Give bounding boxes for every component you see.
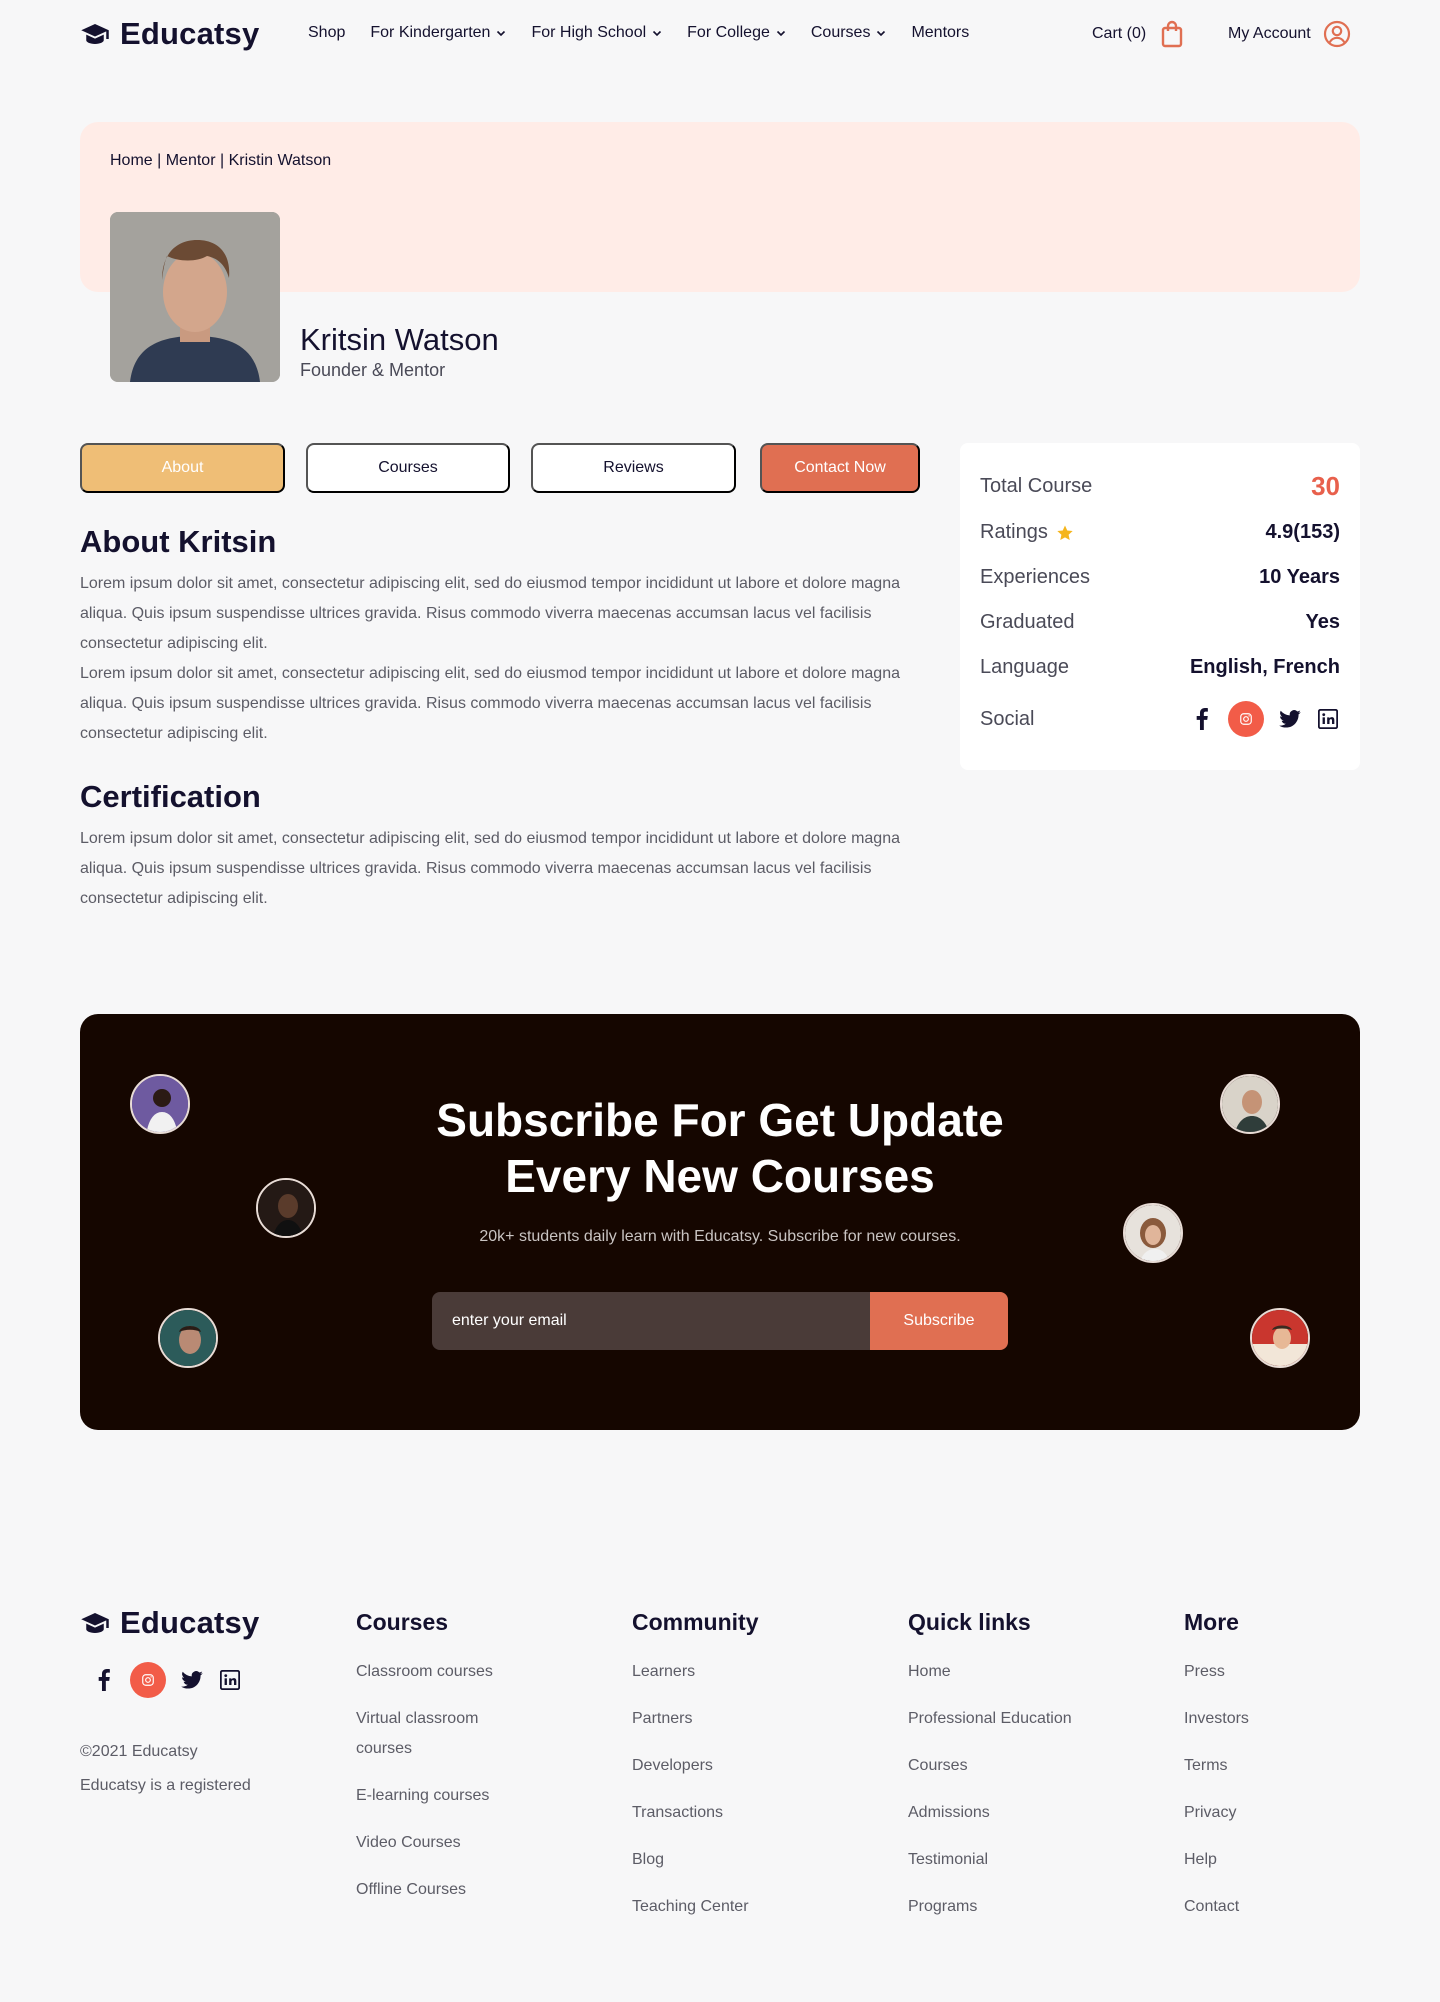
footer-link[interactable]: Programs <box>908 1892 977 1922</box>
instagram-icon[interactable] <box>130 1662 166 1698</box>
account-link[interactable]: My Account <box>1228 20 1351 48</box>
footer-link[interactable]: Home <box>908 1657 951 1687</box>
shopping-bag-icon <box>1162 20 1183 48</box>
mentor-name: Kritsin Watson <box>300 322 499 357</box>
nav-courses[interactable]: Courses <box>811 24 887 42</box>
certification-title: Certification <box>80 779 261 814</box>
twitter-icon[interactable] <box>1278 707 1302 731</box>
stat-total-course: Total Course 30 <box>980 471 1340 501</box>
footer-link[interactable]: Classroom courses <box>356 1657 493 1687</box>
nav-for-high-school[interactable]: For High School <box>531 24 662 42</box>
footer-column-title: More <box>1184 1609 1239 1635</box>
footer-column-title: Quick links <box>908 1609 1031 1635</box>
mentor-social-links <box>1190 701 1340 737</box>
subscribe-title: Subscribe For Get Update Every New Cours… <box>436 1094 1004 1202</box>
facebook-icon[interactable] <box>92 1668 116 1692</box>
instagram-icon[interactable] <box>1228 701 1264 737</box>
footer-link[interactable]: Contact <box>1184 1892 1239 1922</box>
footer-social-links <box>92 1662 242 1698</box>
tab-about[interactable]: About <box>80 443 285 493</box>
footer-link[interactable]: Learners <box>632 1657 695 1687</box>
email-input[interactable] <box>432 1292 870 1350</box>
stat-ratings: Ratings 4.9(153) <box>980 521 1340 543</box>
contact-now-button[interactable]: Contact Now <box>760 443 920 493</box>
footer-link[interactable]: Video Courses <box>356 1828 461 1858</box>
subscribe-text: 20k+ students daily learn with Educatsy.… <box>479 1228 961 1245</box>
subscribe-section: Subscribe For Get Update Every New Cours… <box>80 1014 1360 1430</box>
student-avatar <box>158 1308 218 1368</box>
subscribe-form: Subscribe <box>432 1292 1008 1350</box>
footer-column-title: Courses <box>356 1609 449 1635</box>
footer-link[interactable]: Transactions <box>632 1798 723 1828</box>
footer-brand-name: Educatsy <box>120 1605 260 1640</box>
chevron-down-icon <box>776 30 785 37</box>
brand-logo[interactable]: Educatsy <box>80 16 259 52</box>
facebook-icon[interactable] <box>1190 707 1214 731</box>
certification-paragraph: Lorem ipsum dolor sit amet, consectetur … <box>80 830 900 907</box>
stat-experiences: Experiences 10 Years <box>980 566 1340 588</box>
star-icon <box>1057 525 1073 540</box>
tab-reviews[interactable]: Reviews <box>531 443 736 493</box>
cart-label: Cart (0) <box>1092 25 1147 42</box>
mentor-stats-card: Total Course 30 Ratings 4.9(153) Experie… <box>960 443 1360 770</box>
brand-name: Educatsy <box>120 16 260 51</box>
main-nav: Shop For Kindergarten For High School Fo… <box>308 24 969 42</box>
nav-for-kindergarten[interactable]: For Kindergarten <box>370 24 506 42</box>
tab-courses[interactable]: Courses <box>306 443 510 493</box>
footer-link[interactable]: Investors <box>1184 1704 1249 1734</box>
footer-link[interactable]: Virtual classroom courses <box>356 1704 526 1764</box>
about-paragraph-2: Lorem ipsum dolor sit amet, consectetur … <box>80 665 900 742</box>
nav-shop[interactable]: Shop <box>308 24 345 42</box>
chevron-down-icon <box>877 30 886 37</box>
mentor-photo <box>110 212 280 382</box>
footer-link[interactable]: Help <box>1184 1845 1217 1875</box>
cart-link[interactable]: Cart (0) <box>1092 20 1184 48</box>
footer-link[interactable]: Press <box>1184 1657 1225 1687</box>
site-header: Educatsy Shop For Kindergarten For High … <box>80 0 1360 74</box>
footer-link[interactable]: Partners <box>632 1704 692 1734</box>
twitter-icon[interactable] <box>180 1668 204 1692</box>
chevron-down-icon <box>497 30 506 37</box>
footer-column-title: Community <box>632 1609 759 1635</box>
graduation-cap-icon <box>81 24 109 44</box>
footer-link[interactable]: Terms <box>1184 1751 1228 1781</box>
mentor-role: Founder & Mentor <box>300 360 446 380</box>
chevron-down-icon <box>653 30 662 37</box>
about-paragraph-1: Lorem ipsum dolor sit amet, consectetur … <box>80 575 900 652</box>
footer-link[interactable]: Teaching Center <box>632 1892 749 1922</box>
footer-link[interactable]: Professional Education <box>908 1704 1072 1734</box>
nav-mentors[interactable]: Mentors <box>911 24 969 42</box>
stat-social: Social <box>980 701 1340 737</box>
footer-copyright: ©2021 Educatsy <box>80 1743 198 1760</box>
footer-link[interactable]: Testimonial <box>908 1845 988 1875</box>
footer-link[interactable]: E-learning courses <box>356 1781 489 1811</box>
footer-link[interactable]: Privacy <box>1184 1798 1236 1828</box>
breadcrumb: Home | Mentor | Kristin Watson <box>110 152 332 169</box>
linkedin-icon[interactable] <box>1316 707 1340 731</box>
footer-link[interactable]: Courses <box>908 1751 968 1781</box>
footer-link[interactable]: Offline Courses <box>356 1875 466 1905</box>
about-title: About Kritsin <box>80 524 277 559</box>
stat-language: Language English, French <box>980 656 1340 678</box>
footer-link[interactable]: Blog <box>632 1845 664 1875</box>
footer-brand-logo[interactable]: Educatsy <box>80 1605 259 1641</box>
stat-graduated: Graduated Yes <box>980 611 1340 633</box>
nav-for-college[interactable]: For College <box>687 24 786 42</box>
footer-registered: Educatsy is a registered <box>80 1777 251 1794</box>
graduation-cap-icon <box>81 1613 109 1633</box>
footer-link[interactable]: Developers <box>632 1751 713 1781</box>
linkedin-icon[interactable] <box>218 1668 242 1692</box>
account-label: My Account <box>1228 25 1311 42</box>
student-avatar <box>1250 1308 1310 1368</box>
subscribe-button[interactable]: Subscribe <box>870 1292 1008 1350</box>
footer-link[interactable]: Admissions <box>908 1798 990 1828</box>
user-circle-icon <box>1323 20 1350 48</box>
